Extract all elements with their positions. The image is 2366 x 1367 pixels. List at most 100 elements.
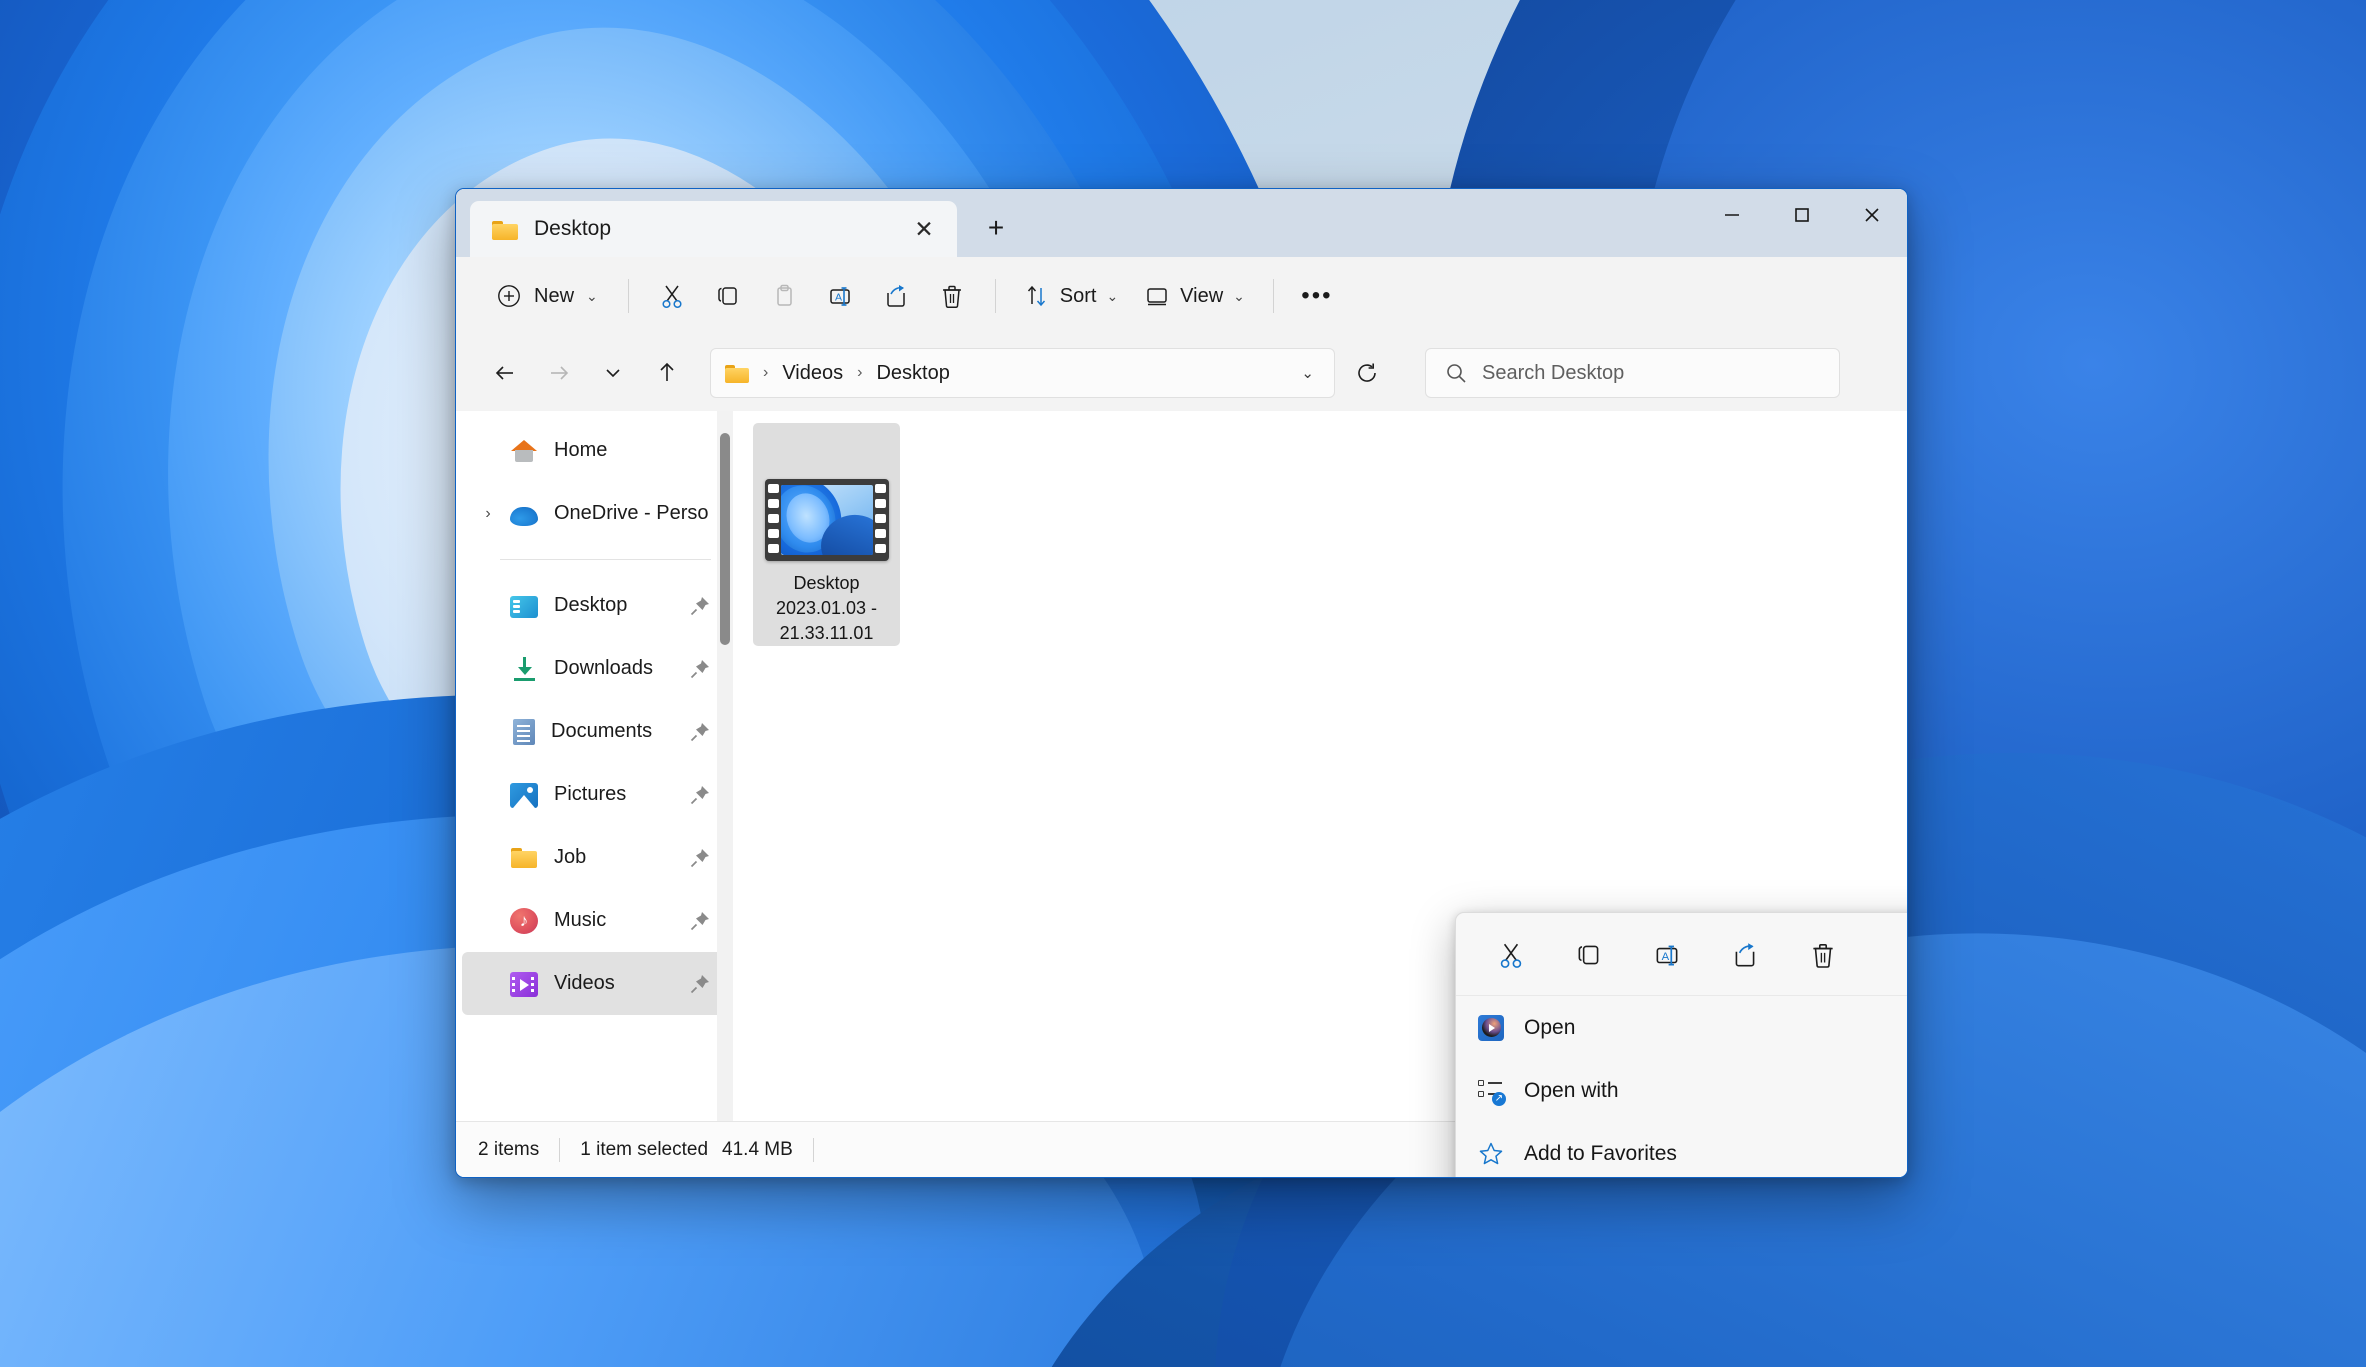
sidebar-item-desktop[interactable]: Desktop <box>462 574 727 637</box>
rename-button[interactable]: A <box>813 271 867 321</box>
chevron-right-icon[interactable]: › <box>480 505 496 523</box>
context-menu-item-open-with[interactable]: ↗ Open with › <box>1462 1059 1907 1122</box>
rename-icon-button[interactable]: A <box>1628 929 1706 981</box>
copy-button[interactable] <box>701 271 755 321</box>
paste-icon <box>777 284 792 306</box>
rename-icon: A <box>830 287 850 306</box>
forward-button[interactable] <box>534 348 584 398</box>
divider <box>1272 279 1274 313</box>
context-menu-item-label: Open <box>1524 1015 1576 1039</box>
cut-icon <box>1500 943 1522 968</box>
search-box[interactable]: Search Desktop <box>1425 348 1840 398</box>
pictures-icon <box>510 783 538 808</box>
view-icon <box>1147 288 1167 306</box>
sidebar-item-home[interactable]: Home <box>462 419 727 482</box>
recent-locations-button[interactable] <box>588 348 638 398</box>
pin-icon <box>690 659 709 678</box>
back-button[interactable] <box>480 348 530 398</box>
folder-icon <box>510 844 538 872</box>
tab-desktop[interactable]: Desktop ✕ <box>470 201 957 257</box>
close-tab-icon[interactable]: ✕ <box>907 212 941 246</box>
sidebar-item-label: Desktop <box>554 594 628 616</box>
home-icon <box>510 437 538 465</box>
cut-button[interactable] <box>645 271 699 321</box>
chevron-down-icon: ⌄ <box>1233 287 1245 304</box>
folder-icon <box>492 219 518 240</box>
downloads-icon <box>510 655 538 683</box>
copy-icon-button[interactable] <box>1550 929 1628 981</box>
video-thumbnail <box>764 479 889 561</box>
delete-button[interactable] <box>925 271 979 321</box>
divider <box>812 1137 814 1162</box>
share-icon <box>1735 943 1755 967</box>
refresh-button[interactable] <box>1341 348 1393 398</box>
share-button[interactable] <box>869 271 923 321</box>
sidebar-item-onedrive[interactable]: › OneDrive - Perso <box>462 482 727 545</box>
pin-icon <box>690 911 709 930</box>
breadcrumb-item-videos[interactable]: Videos <box>776 359 849 388</box>
pin-icon <box>690 785 709 804</box>
minimize-button[interactable] <box>1697 189 1767 241</box>
paste-button <box>757 271 811 321</box>
view-button[interactable]: View ⌄ <box>1132 271 1257 321</box>
sidebar-scrollbar[interactable] <box>717 411 733 1121</box>
context-menu-item-open[interactable]: Open Enter <box>1462 996 1907 1059</box>
share-icon <box>887 285 905 307</box>
videos-icon <box>510 972 538 997</box>
close-window-button[interactable] <box>1837 189 1907 241</box>
file-item[interactable]: Desktop 2023.01.03 - 21.33.11.01 <box>753 423 900 646</box>
sort-button[interactable]: Sort ⌄ <box>1012 271 1130 321</box>
up-button[interactable] <box>642 348 692 398</box>
explorer-body: Home › OneDrive - Perso Desktop Download… <box>456 411 1907 1177</box>
file-explorer-window: Desktop ✕ + New ⌄ A Sort ⌄ View ⌄ ••• › … <box>455 188 1908 1178</box>
chevron-down-icon <box>606 369 620 378</box>
sidebar-item-label: Downloads <box>554 657 653 679</box>
sidebar-item-label: Home <box>554 439 608 461</box>
command-bar: New ⌄ A Sort ⌄ View ⌄ ••• <box>456 257 1907 335</box>
breadcrumb-separator: › <box>763 364 769 381</box>
divider <box>994 279 996 313</box>
plus-circle-icon <box>498 285 520 307</box>
new-button[interactable]: New ⌄ <box>482 271 612 321</box>
svg-text:A: A <box>835 292 842 304</box>
copy-icon <box>1578 945 1599 965</box>
scrollbar-thumb[interactable] <box>720 433 730 645</box>
cut-icon-button[interactable] <box>1472 929 1550 981</box>
film-perforations <box>767 484 779 556</box>
music-icon <box>510 908 538 934</box>
delete-icon-button[interactable] <box>1784 929 1862 981</box>
star-icon <box>1476 1139 1506 1169</box>
sidebar-item-job[interactable]: Job <box>462 826 727 889</box>
context-menu-item-add-to-favorites[interactable]: Add to Favorites <box>1462 1122 1907 1177</box>
sort-icon <box>1027 285 1045 307</box>
sidebar-item-pictures[interactable]: Pictures <box>462 763 727 826</box>
breadcrumb-item-desktop[interactable]: Desktop <box>870 359 955 388</box>
breadcrumb[interactable]: › Videos › Desktop ⌄ <box>710 348 1335 398</box>
sidebar-item-label: Job <box>554 846 587 868</box>
divider <box>559 1137 561 1162</box>
desktop-icon <box>510 596 538 618</box>
desktop-wallpaper: Desktop ✕ + New ⌄ A Sort ⌄ View ⌄ ••• › … <box>0 0 2366 1367</box>
sidebar-item-label: OneDrive - Perso <box>554 502 709 524</box>
chevron-down-icon[interactable]: ⌄ <box>1301 364 1320 382</box>
divider <box>627 279 629 313</box>
pin-icon <box>690 848 709 867</box>
sidebar-item-music[interactable]: Music <box>462 889 727 952</box>
folder-icon <box>725 364 749 383</box>
sidebar-item-downloads[interactable]: Downloads <box>462 637 727 700</box>
documents-icon <box>513 719 535 745</box>
scissors-icon <box>662 285 682 309</box>
thumbnail-image <box>780 485 873 555</box>
file-name-label: Desktop 2023.01.03 - 21.33.11.01 <box>775 573 878 643</box>
sort-label: Sort <box>1059 284 1097 307</box>
see-more-button[interactable]: ••• <box>1290 271 1344 321</box>
maximize-button[interactable] <box>1767 189 1837 241</box>
search-input[interactable]: Search Desktop <box>1482 362 1624 385</box>
navigation-pane: Home › OneDrive - Perso Desktop Download… <box>456 411 733 1121</box>
share-icon-button[interactable] <box>1706 929 1784 981</box>
context-menu-icon-row: A <box>1456 919 1907 996</box>
new-tab-button[interactable]: + <box>973 205 1019 251</box>
sidebar-item-documents[interactable]: Documents <box>462 700 727 763</box>
rename-icon: A <box>1656 945 1678 966</box>
sidebar-item-videos[interactable]: Videos <box>462 952 727 1015</box>
